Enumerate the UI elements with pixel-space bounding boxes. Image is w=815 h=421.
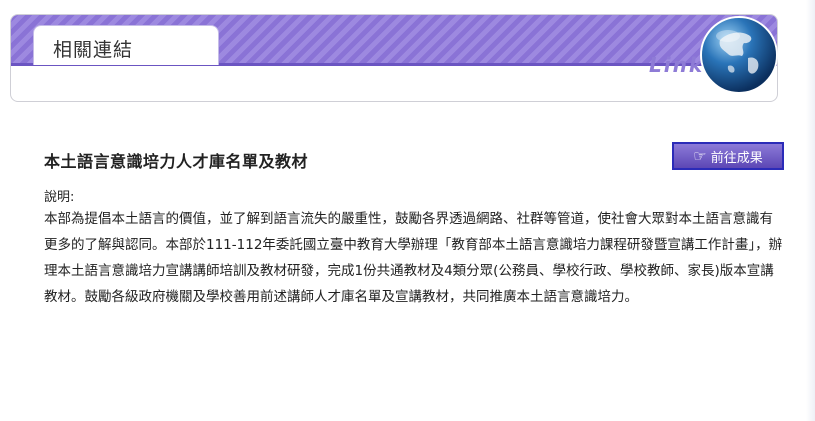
banner-title: 相關連結 <box>53 39 134 61</box>
banner-link-decor: Link <box>649 53 705 77</box>
description-text: 本部為提倡本土語言的價值，並了解到語言流失的嚴重性，鼓勵各界透過網路、社群等管道… <box>44 211 783 305</box>
related-links-banner: 相關連結 Link <box>10 14 778 102</box>
globe-icon <box>700 16 778 94</box>
pointing-hand-icon: ☞ <box>693 146 707 165</box>
page-right-edge <box>806 0 815 421</box>
section-title: 本土語言意識培力人才庫名單及教材 <box>44 152 309 171</box>
goto-results-label: 前往成果 <box>710 150 763 166</box>
description-label: 說明: <box>44 190 75 205</box>
goto-results-button[interactable]: ☞ 前往成果 <box>672 142 784 170</box>
